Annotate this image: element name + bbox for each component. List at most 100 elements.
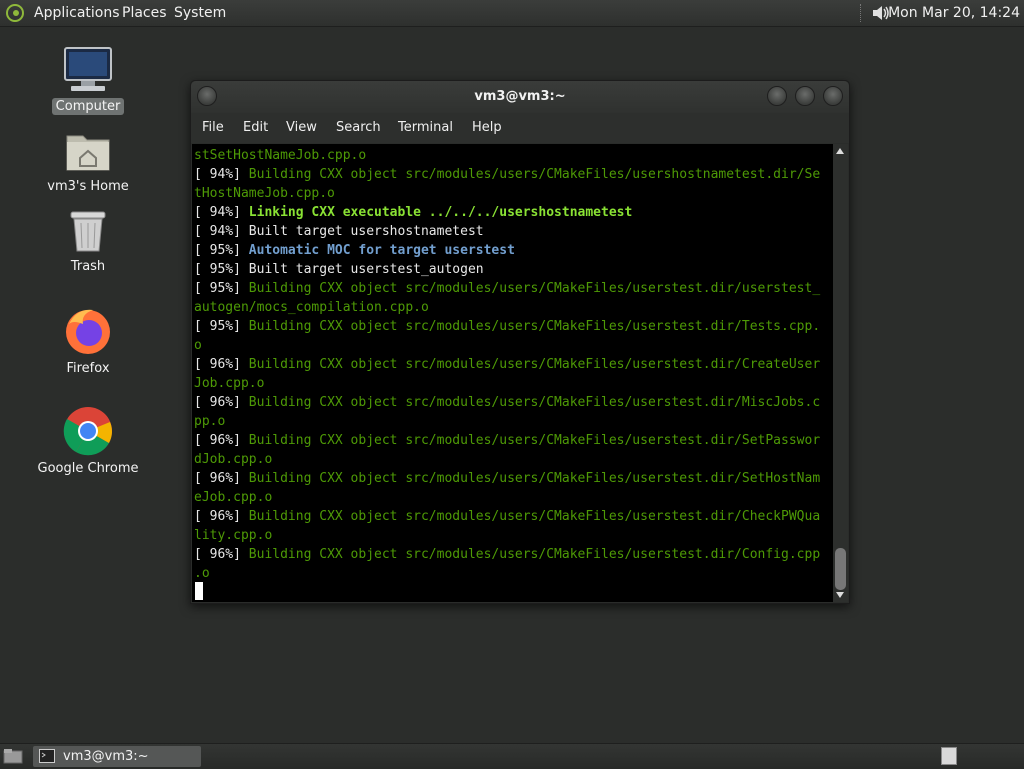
menu-terminal[interactable]: Terminal [398,120,453,135]
terminal-line-text: Building CXX object src/modules/users/CM… [248,319,821,334]
terminal-line: tHostNameJob.cpp.o [194,184,335,203]
menu-file[interactable]: File [202,120,224,135]
terminal-line-text: stSetHostNameJob.cpp.o [194,148,367,163]
chrome-icon [63,407,112,456]
terminal-line: stSetHostNameJob.cpp.o [194,146,366,165]
terminal-line-text: Building CXX object src/modules/users/CM… [248,167,821,182]
desktop-icon-label: vm3's Home [47,179,129,194]
terminal-line-text: Building CXX object src/modules/users/CM… [248,357,821,372]
terminal-line: lity.cpp.o [194,526,272,545]
terminal-line: [ 94%] Built target usershostnametest [194,222,484,241]
terminal-line-text: Building CXX object src/modules/users/CM… [248,395,821,410]
terminal-line: [ 95%] Building CXX object src/modules/u… [194,279,820,298]
close-button[interactable] [823,86,843,106]
terminal-line-text: autogen/mocs_compilation.cpp.o [194,300,429,315]
desktop-icon-home[interactable]: vm3's Home [28,128,148,195]
terminal-line: [ 94%] Linking CXX executable ../../../u… [194,203,632,222]
terminal-line: [ 94%] Building CXX object src/modules/u… [194,165,820,184]
desktop-icon-chrome[interactable]: Google Chrome [28,406,148,477]
terminal-line: Job.cpp.o [194,374,264,393]
terminal-output[interactable]: stSetHostNameJob.cpp.o [ 94%] Building CX… [192,144,833,602]
panel-separator [860,4,863,22]
terminal-line-prefix: [ 96%] [194,433,249,448]
clock[interactable]: Mon Mar 20, 14:24 [888,5,1020,21]
terminal-line-text: Job.cpp.o [194,376,265,391]
terminal-icon [39,749,55,763]
terminal-line: [ 96%] Building CXX object src/modules/u… [194,469,820,488]
scrollbar-thumb[interactable] [835,548,846,590]
terminal-line-prefix: [ 95%] [194,319,249,334]
terminal-line: [ 96%] Building CXX object src/modules/u… [194,355,820,374]
bottom-panel: vm3@vm3:~ [0,743,1024,769]
terminal-line: autogen/mocs_compilation.cpp.o [194,298,429,317]
desktop-icon-label: Trash [70,259,106,274]
terminal-line-text: .o [194,566,210,581]
terminal-line-prefix: [ 95%] [194,262,249,277]
desktop-icon-label: Firefox [66,361,110,376]
terminal-line-text: Building CXX object src/modules/users/CM… [248,509,821,524]
terminal-line-text: eJob.cpp.o [194,490,273,505]
desktop-icon-firefox[interactable]: Firefox [28,306,148,377]
terminal-line: dJob.cpp.o [194,450,272,469]
terminal-line-text: lity.cpp.o [194,528,273,543]
terminal-line-text: Building CXX object src/modules/users/CM… [248,281,821,296]
top-panel: Applications Places System Mon Mar 20, 1… [0,0,1024,27]
taskbar-window-button[interactable]: vm3@vm3:~ [33,746,201,767]
terminal-line-text: Built target usershostnametest [248,224,484,239]
window-titlebar[interactable]: vm3@vm3:~ [191,81,849,113]
terminal-line: [ 95%] Automatic MOC for target userstes… [194,241,515,260]
terminal-line-text: Building CXX object src/modules/users/CM… [248,433,821,448]
show-desktop-icon[interactable] [3,748,23,764]
desktop-icon-label: Google Chrome [37,461,139,476]
terminal-line-text: Building CXX object src/modules/users/CM… [248,471,821,486]
terminal-line-text: pp.o [194,414,226,429]
home-folder-icon [66,135,110,171]
terminal-line-prefix: [ 96%] [194,547,249,562]
desktop-icon-computer[interactable]: Computer [28,46,148,115]
terminal-window[interactable]: vm3@vm3:~ File Edit View Search Terminal… [190,80,850,604]
minimize-button[interactable] [767,86,787,106]
menu-system[interactable]: System [174,5,226,21]
distro-logo-icon[interactable] [6,4,24,22]
menu-view[interactable]: View [286,120,317,135]
menu-help[interactable]: Help [472,120,502,135]
terminal-line-prefix: [ 94%] [194,167,249,182]
scroll-down-icon[interactable] [836,592,844,598]
maximize-button[interactable] [795,86,815,106]
menu-places[interactable]: Places [122,5,167,21]
menu-edit[interactable]: Edit [243,120,268,135]
computer-icon [64,47,112,91]
taskbar-window-label: vm3@vm3:~ [63,749,149,764]
terminal-line-prefix: [ 94%] [194,205,249,220]
terminal-line: pp.o [194,412,225,431]
terminal-line: [ 96%] Building CXX object src/modules/u… [194,545,820,564]
terminal-line-prefix: [ 95%] [194,281,249,296]
terminal-line-prefix: [ 96%] [194,357,249,372]
terminal-scrollbar[interactable] [833,144,848,602]
text-cursor [195,582,203,600]
desktop-icon-trash[interactable]: Trash [28,208,148,275]
scroll-up-icon[interactable] [836,148,844,154]
terminal-line: [ 95%] Built target userstest_autogen [194,260,484,279]
window-title: vm3@vm3:~ [474,89,566,104]
terminal-line: .o [194,564,210,583]
terminal-line-prefix: [ 95%] [194,243,249,258]
terminal-line-prefix: [ 96%] [194,395,249,410]
workspace-switcher[interactable] [941,747,957,765]
terminal-line-text: Automatic MOC for target userstest [248,243,515,258]
menu-applications[interactable]: Applications [34,5,120,21]
menu-search[interactable]: Search [336,120,381,135]
terminal-line-text: tHostNameJob.cpp.o [194,186,335,201]
terminal-line: [ 96%] Building CXX object src/modules/u… [194,393,820,412]
terminal-line: o [194,336,202,355]
trash-icon [70,211,106,252]
terminal-menubar: File Edit View Search Terminal Help [191,113,849,143]
terminal-line-prefix: [ 96%] [194,509,249,524]
desktop-icon-label: Computer [51,98,125,115]
terminal-line-prefix: [ 94%] [194,224,249,239]
terminal-line-text: dJob.cpp.o [194,452,273,467]
terminal-line-prefix: [ 96%] [194,471,249,486]
terminal-line-text: Built target userstest_autogen [248,262,484,277]
terminal-line: [ 96%] Building CXX object src/modules/u… [194,431,820,450]
terminal-line-text: o [194,338,202,353]
